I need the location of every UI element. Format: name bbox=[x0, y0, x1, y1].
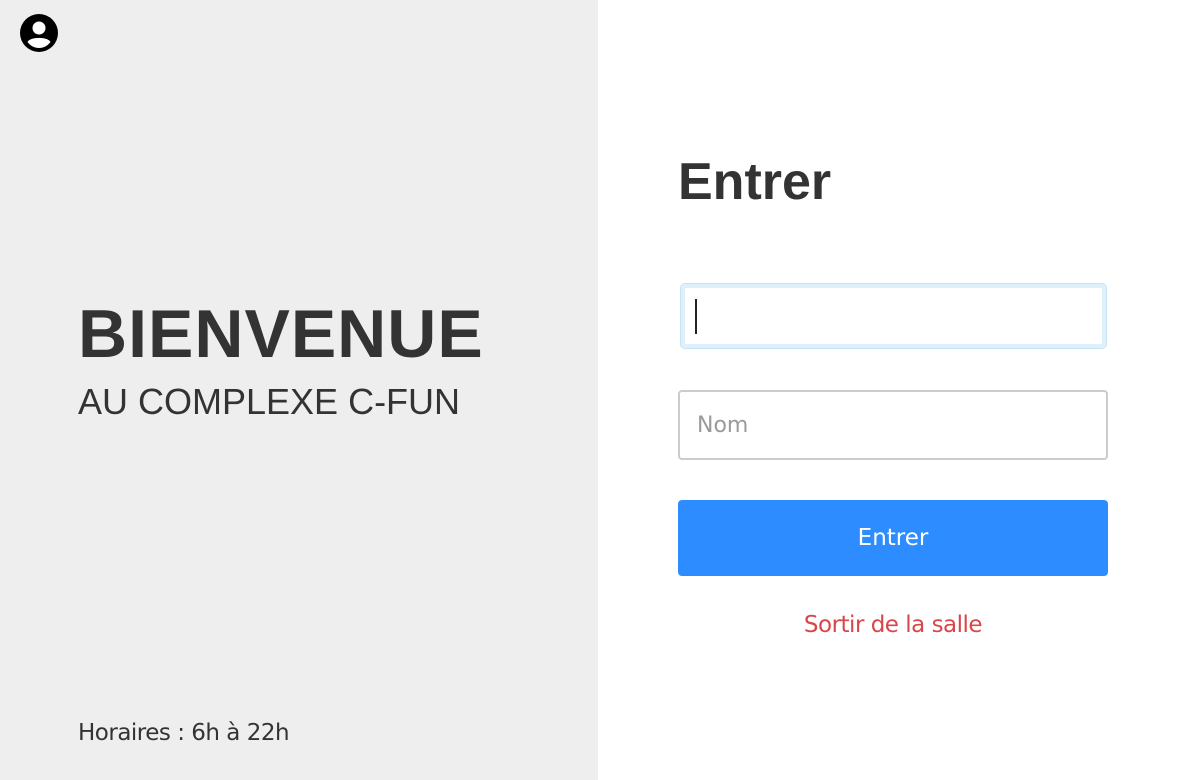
page: BIENVENUE AU COMPLEXE C-FUN Horaires : 6… bbox=[0, 0, 1196, 780]
opening-hours: Horaires : 6h à 22h bbox=[78, 720, 290, 746]
name-input[interactable] bbox=[678, 390, 1108, 460]
form-title: Entrer bbox=[678, 153, 832, 211]
welcome-title: BIENVENUE bbox=[78, 296, 484, 372]
welcome-subtitle: AU COMPLEXE C-FUN bbox=[78, 381, 461, 422]
text-cursor bbox=[695, 299, 697, 334]
welcome-panel: BIENVENUE AU COMPLEXE C-FUN Horaires : 6… bbox=[0, 0, 598, 780]
account-circle-icon[interactable] bbox=[19, 13, 59, 53]
enter-button[interactable]: Entrer bbox=[678, 500, 1108, 576]
exit-room-link[interactable]: Sortir de la salle bbox=[678, 612, 1108, 638]
code-input[interactable] bbox=[680, 283, 1107, 349]
